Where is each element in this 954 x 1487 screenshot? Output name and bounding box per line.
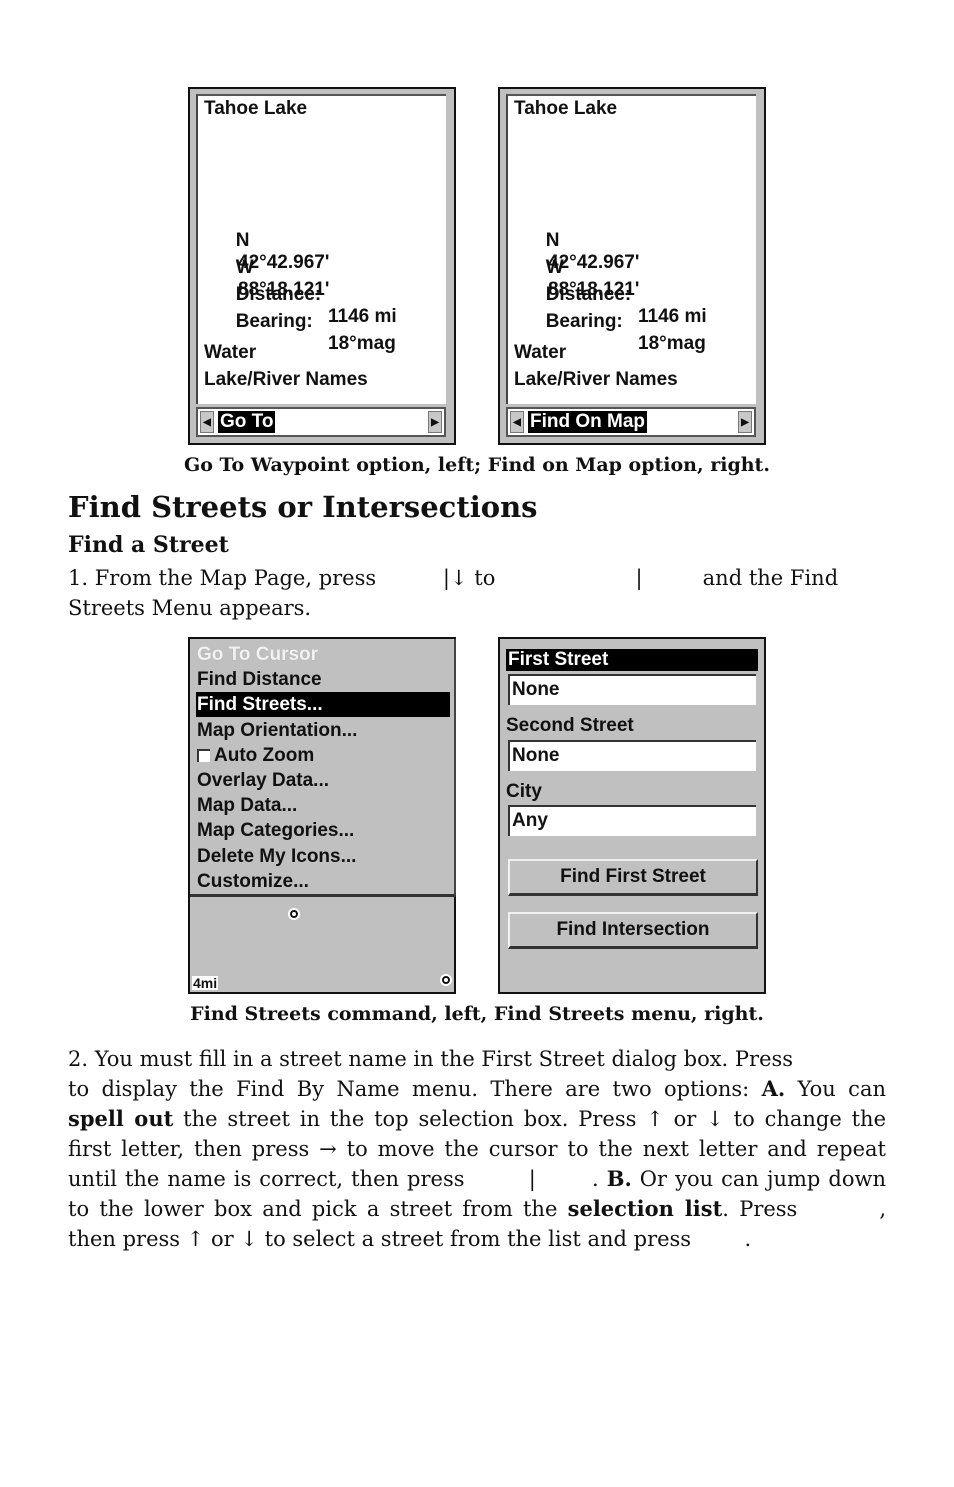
map-area[interactable]: 4mi xyxy=(190,897,454,992)
selection-list-term: selection list xyxy=(567,1196,723,1221)
step-2-line-3: spell out the street in the top selectio… xyxy=(68,1104,886,1134)
figure-caption-2: Find Streets command, left, Find Streets… xyxy=(190,1003,764,1025)
text: to the lower box and pick a street from … xyxy=(68,1197,568,1221)
option-selector[interactable]: ◀ Find On Map ▶ xyxy=(506,407,756,437)
step-2-line-7: then press ↑ or ↓ to select a street fro… xyxy=(68,1227,752,1251)
menu-item[interactable]: Go To Cursor xyxy=(196,642,450,667)
right-arrow-icon[interactable]: ▶ xyxy=(738,411,752,433)
text: the street in the top selection box. Pre… xyxy=(173,1107,887,1131)
menu-item[interactable]: Map Orientation... xyxy=(196,718,450,743)
city-label: City xyxy=(506,781,542,802)
option-selector[interactable]: ◀ Go To ▶ xyxy=(196,407,446,437)
bearing-value: 18°mag xyxy=(638,333,706,354)
menu-item-label: Go To Cursor xyxy=(197,644,319,665)
waypoint-subcategory: Lake/River Names xyxy=(204,369,368,390)
menu-item-label: Map Orientation... xyxy=(197,719,358,741)
step-2-line-5: until the name is correct, then press | … xyxy=(68,1164,886,1194)
step-2-line-2: to display the Find By Name menu. There … xyxy=(68,1074,886,1104)
find-first-street-button[interactable]: Find First Street xyxy=(508,859,758,896)
step-2-line-4: first letter, then press → to move the c… xyxy=(68,1137,886,1161)
map-scale-label: 4mi xyxy=(192,975,219,991)
city-field[interactable]: Any xyxy=(508,805,756,836)
menu-item[interactable]: Overlay Data... xyxy=(196,768,450,793)
checkbox-icon[interactable] xyxy=(197,748,210,762)
menu-item-label: Overlay Data... xyxy=(197,770,330,791)
first-street-field[interactable]: None xyxy=(508,674,756,705)
menu-item-label: Find Streets... xyxy=(197,694,323,716)
right-arrow-icon[interactable]: ▶ xyxy=(428,411,442,433)
step-2-line-6: to the lower box and pick a street from … xyxy=(68,1194,886,1224)
waypoint-info-panel: Tahoe Lake N 42°42.967' W 88°18.121' Dis… xyxy=(506,94,756,404)
waypoint-info-panel: Tahoe Lake N 42°42.967' W 88°18.121' Dis… xyxy=(196,94,446,404)
selected-option[interactable]: Find On Map xyxy=(528,411,648,433)
menu-item[interactable]: Map Categories... xyxy=(196,818,450,843)
menu-item-label: Map Categories... xyxy=(197,820,355,842)
waypoint-category: Water xyxy=(514,342,567,363)
left-arrow-icon[interactable]: ◀ xyxy=(510,411,524,433)
menu-item[interactable]: Find Distance xyxy=(196,667,450,692)
option-a-label: A. xyxy=(761,1076,786,1101)
distance-value: 1146 mi xyxy=(328,306,397,327)
option-b-label: B. xyxy=(606,1166,632,1191)
waypoint-category: Water xyxy=(204,342,257,363)
map-page-menu-screen: Go To Cursor Find Distance Find Streets...… xyxy=(188,637,456,994)
menu-item-label: Map Data... xyxy=(197,795,298,817)
step-1-paragraph: 1. From the Map Page, press |↓ to | and … xyxy=(68,563,886,623)
menu-item-label: Find Distance xyxy=(197,669,322,691)
waypoint-name: Tahoe Lake xyxy=(204,98,308,119)
map-point-icon[interactable] xyxy=(442,976,450,984)
step-1-line-2: Streets Menu appears. xyxy=(68,596,312,620)
step-2-line-1: 2. You must fill in a street name in the… xyxy=(68,1047,794,1071)
text: until the name is correct, then press | … xyxy=(68,1167,607,1191)
distance-value: 1146 mi xyxy=(638,306,707,327)
step-2-paragraph: 2. You must fill in a street name in the… xyxy=(68,1044,886,1254)
selected-option[interactable]: Go To xyxy=(218,411,276,433)
map-page-menu: Go To Cursor Find Distance Find Streets...… xyxy=(190,639,456,897)
menu-item[interactable]: Customize... xyxy=(196,869,450,894)
menu-item-label: Customize... xyxy=(197,870,309,892)
bearing-value: 18°mag xyxy=(328,333,396,354)
bearing-label: Bearing: xyxy=(235,311,313,332)
menu-item[interactable]: Map Data... xyxy=(196,793,450,818)
waypoint-subcategory: Lake/River Names xyxy=(514,369,678,390)
text: to display the Find By Name menu. There … xyxy=(68,1077,762,1101)
find-streets-menu-screen: First Street None Second Street None Cit… xyxy=(498,637,766,994)
text: You can xyxy=(785,1077,886,1101)
subsection-title: Find a Street xyxy=(68,532,229,558)
waypoint-screen-goto: Tahoe Lake N 42°42.967' W 88°18.121' Dis… xyxy=(188,87,456,445)
menu-item[interactable]: Delete My Icons... xyxy=(196,844,450,869)
menu-item-label: Delete My Icons... xyxy=(197,845,357,867)
second-street-field[interactable]: None xyxy=(508,740,756,771)
menu-item[interactable]: Auto Zoom xyxy=(196,743,450,768)
text: . Press , xyxy=(722,1197,886,1221)
menu-item-label: Auto Zoom xyxy=(214,744,315,766)
second-street-label: Second Street xyxy=(506,715,634,736)
step-1-line-1: 1. From the Map Page, press |↓ to | and … xyxy=(68,566,839,590)
menu-item[interactable]: Find Streets... xyxy=(196,692,450,718)
bearing-label: Bearing: xyxy=(545,311,623,332)
spell-out-term: spell out xyxy=(68,1106,174,1131)
map-point-icon[interactable] xyxy=(290,910,298,918)
waypoint-name: Tahoe Lake xyxy=(514,98,618,119)
section-title: Find Streets or Intersections xyxy=(68,490,538,524)
find-intersection-button[interactable]: Find Intersection xyxy=(508,912,758,949)
first-street-label: First Street xyxy=(506,649,758,671)
text: Or you can jump down xyxy=(631,1167,886,1191)
figure-caption-1: Go To Waypoint option, left; Find on Map… xyxy=(184,454,770,476)
left-arrow-icon[interactable]: ◀ xyxy=(200,411,214,433)
waypoint-screen-find-on-map: Tahoe Lake N 42°42.967' W 88°18.121' Dis… xyxy=(498,87,766,445)
